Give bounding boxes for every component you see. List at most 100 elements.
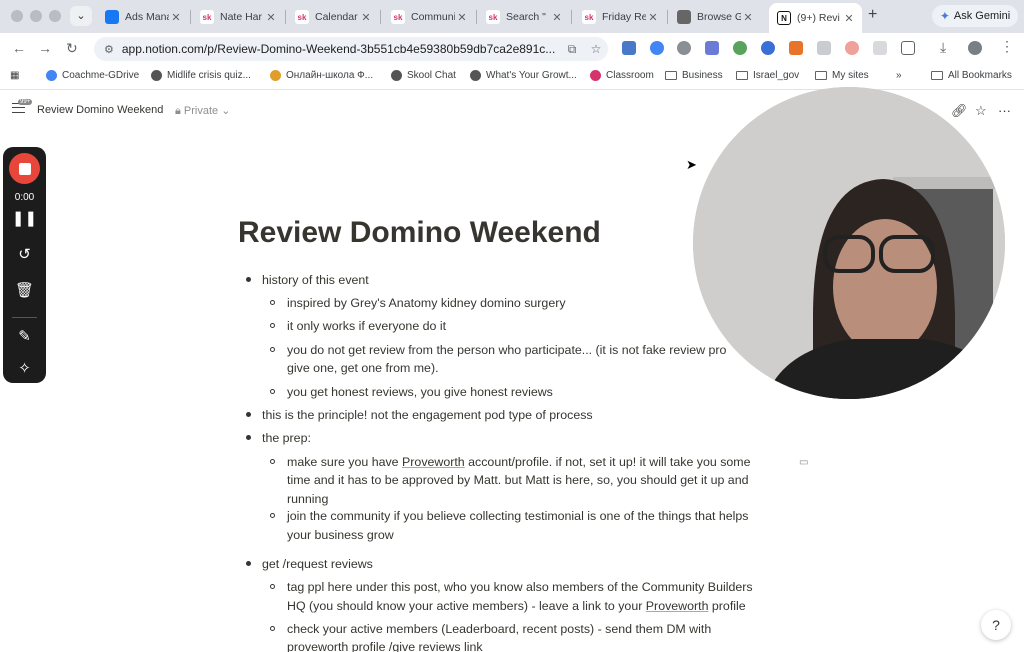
list-item[interactable]: the prep:	[262, 429, 311, 447]
list-item[interactable]: make sure you have Proveworth account/pr…	[287, 453, 751, 471]
extension-icon[interactable]	[817, 41, 831, 55]
bullet-marker	[270, 389, 275, 394]
profile-avatar[interactable]	[968, 41, 982, 55]
maximize-window-icon[interactable]	[49, 10, 61, 22]
list-item[interactable]: tag ppl here under this post, who you kn…	[287, 578, 753, 596]
bookmark-star-icon[interactable]: ☆	[584, 42, 608, 56]
proveworth-link[interactable]: Proveworth	[402, 455, 465, 469]
list-item[interactable]: you get honest reviews, you give honest …	[287, 383, 553, 401]
bookmark-favicon-icon	[590, 70, 601, 81]
tab-0[interactable]: Ads Mana ✕	[97, 5, 189, 29]
close-tab-icon[interactable]: ✕	[455, 11, 469, 24]
reload-icon[interactable]: ↻	[66, 40, 78, 57]
bullet-marker	[270, 323, 275, 328]
page-title[interactable]: Review Domino Weekend	[238, 216, 601, 250]
extension-icon[interactable]	[705, 41, 719, 55]
list-item[interactable]: history of this event	[262, 271, 369, 289]
more-options-icon[interactable]: ···	[998, 103, 1011, 118]
extension-icon[interactable]	[873, 41, 887, 55]
link-icon[interactable]: 🔗︎	[951, 103, 968, 119]
bookmark-4[interactable]: What's Your Growt...	[470, 70, 577, 81]
tab-4[interactable]: sk Search " ✕	[478, 5, 570, 29]
list-item[interactable]: check your active members (Leaderboard, …	[287, 620, 711, 638]
close-tab-icon[interactable]: ✕	[550, 11, 564, 24]
list-item[interactable]: running	[287, 490, 328, 508]
bookmark-2[interactable]: Онлайн-школа Ф...	[270, 70, 373, 81]
site-settings-icon[interactable]: ⚙	[104, 43, 114, 56]
list-item-text: make sure you have	[287, 455, 403, 469]
list-item[interactable]: time and it has to be approved by Matt. …	[287, 471, 748, 489]
forward-arrow-icon[interactable]: →	[38, 40, 52, 56]
tab-7[interactable]: N (9+) Revi ✕	[769, 3, 862, 33]
extension-icon[interactable]	[733, 41, 747, 55]
download-icon[interactable]: ⤓	[940, 39, 946, 56]
list-item[interactable]: this is the principle! not the engagemen…	[262, 406, 593, 424]
draw-pen-icon[interactable]: ✎	[3, 327, 46, 345]
extension-icon[interactable]	[622, 41, 636, 55]
list-item[interactable]: inspired by Grey's Anatomy kidney domino…	[287, 294, 566, 312]
bullet-marker	[270, 347, 275, 352]
tab-6[interactable]: Browse G ✕	[669, 5, 761, 29]
help-button[interactable]: ?	[981, 610, 1011, 640]
bookmark-9[interactable]: All Bookmarks	[931, 70, 1012, 81]
list-item[interactable]: you do not get review from the person wh…	[287, 341, 726, 359]
extensions-puzzle-icon[interactable]	[901, 41, 915, 55]
ask-gemini-button[interactable]: ✦ Ask Gemini	[932, 5, 1018, 27]
delete-icon[interactable]: 🗑︎	[3, 281, 46, 299]
list-item[interactable]: give one, get one from me).	[287, 359, 439, 377]
address-bar[interactable]: ⚙ app.notion.com/p/Review-Domino-Weekend…	[94, 37, 608, 61]
pause-icon[interactable]: ❚❚	[3, 209, 46, 227]
url-text[interactable]: app.notion.com/p/Review-Domino-Weekend-3…	[122, 42, 560, 56]
bookmark-0[interactable]: Coachme-GDrive	[46, 70, 139, 81]
more-bookmarks-button[interactable]: »	[896, 70, 902, 81]
close-tab-icon[interactable]: ✕	[359, 11, 373, 24]
close-window-icon[interactable]	[11, 10, 23, 22]
restart-icon[interactable]: ↺	[3, 245, 46, 263]
close-tab-icon[interactable]: ✕	[646, 11, 660, 24]
browser-menu-icon[interactable]: ⋮	[1000, 38, 1014, 55]
list-item[interactable]: HQ (you should know your active members)…	[287, 597, 746, 615]
extension-icon[interactable]	[677, 41, 691, 55]
bookmark-3[interactable]: Skool Chat	[391, 70, 456, 81]
tab-1[interactable]: sk Nate Har ✕	[192, 5, 284, 29]
extension-icon[interactable]	[789, 41, 803, 55]
tab-2[interactable]: sk Calendar ✕	[287, 5, 379, 29]
new-tab-button[interactable]: +	[868, 6, 877, 24]
bookmark-label: Israel_gov	[753, 70, 800, 81]
close-tab-icon[interactable]: ✕	[741, 11, 755, 24]
close-tab-icon[interactable]: ✕	[842, 12, 856, 25]
stop-recording-button[interactable]	[9, 153, 40, 184]
effects-icon[interactable]: ✧	[3, 359, 46, 377]
bullet-marker	[270, 300, 275, 305]
comment-icon[interactable]: ▭	[799, 457, 808, 468]
extension-icon[interactable]	[761, 41, 775, 55]
bookmark-1[interactable]: Midlife crisis quiz...	[151, 70, 251, 81]
bookmark-5[interactable]: Classroom	[590, 70, 654, 81]
list-item[interactable]: get /request reviews	[262, 555, 373, 573]
breadcrumb-page-title[interactable]: Review Domino Weekend	[37, 104, 163, 116]
close-tab-icon[interactable]: ✕	[264, 11, 278, 24]
tab-5[interactable]: sk Friday Re ✕	[574, 5, 666, 29]
bookmark-6[interactable]: Business	[665, 70, 723, 81]
favorite-star-icon[interactable]: ☆	[975, 103, 987, 119]
list-item[interactable]: your business grow	[287, 526, 394, 544]
list-item[interactable]: join the community if you believe collec…	[287, 507, 748, 525]
close-tab-icon[interactable]: ✕	[169, 11, 183, 24]
install-app-icon[interactable]: ⧉	[560, 42, 584, 57]
extension-icon[interactable]	[845, 41, 859, 55]
apps-grid-icon[interactable]: ▦	[10, 70, 19, 81]
bullet-marker	[270, 626, 275, 631]
list-item[interactable]: proveworth profile /give reviews link	[287, 638, 483, 652]
back-arrow-icon[interactable]: ←	[12, 40, 26, 56]
extension-icon[interactable]	[650, 41, 664, 55]
bookmark-8[interactable]: My sites	[815, 70, 869, 81]
tab-3[interactable]: sk Communi ✕	[383, 5, 475, 29]
privacy-dropdown[interactable]: 🔒︎ Private ⌄	[175, 104, 230, 118]
bookmark-7[interactable]: Israel_gov	[736, 70, 799, 81]
list-item[interactable]: it only works if everyone do it	[287, 317, 446, 335]
tab-search-button[interactable]: ⌄	[70, 6, 92, 26]
divider	[12, 317, 37, 318]
webcam-bubble[interactable]	[693, 87, 1005, 399]
proveworth-link[interactable]: Proveworth	[646, 599, 709, 613]
minimize-window-icon[interactable]	[30, 10, 42, 22]
